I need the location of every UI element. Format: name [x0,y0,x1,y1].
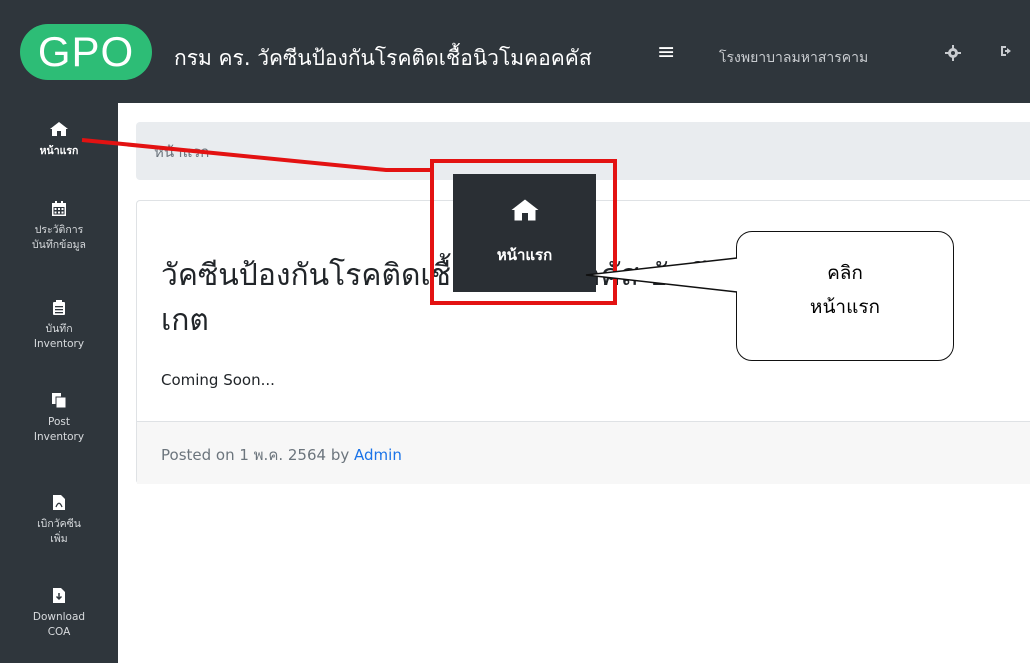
callout-pointer-fill [586,258,737,292]
callout-pointer [585,257,738,293]
